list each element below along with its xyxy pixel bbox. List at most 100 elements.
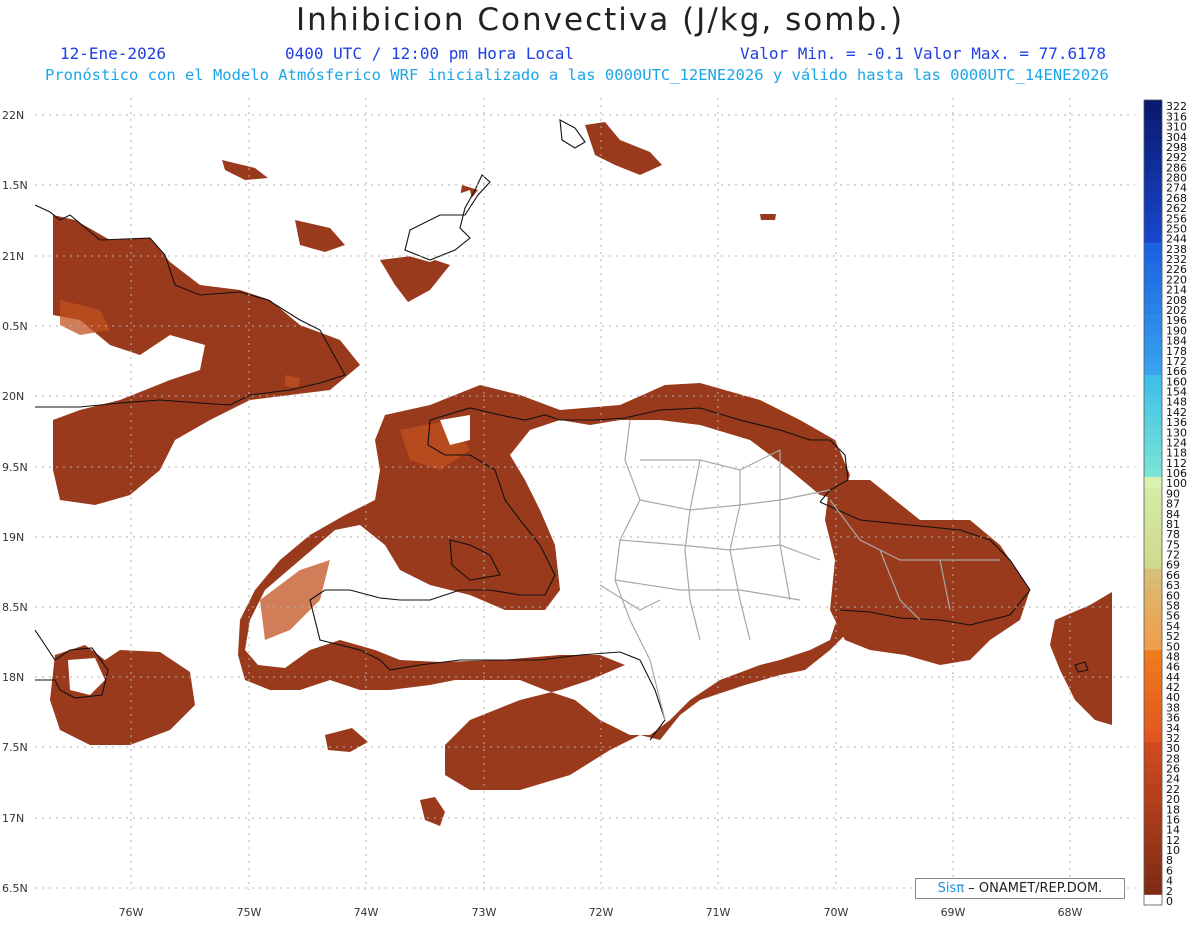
colorbar-swatch <box>1144 161 1162 172</box>
colorbar-swatch <box>1144 680 1162 692</box>
colorbar-swatch <box>1144 813 1162 824</box>
map-frame <box>35 98 1135 890</box>
colorbar-swatch <box>1144 894 1162 906</box>
lat-label: 9.5N <box>2 461 28 474</box>
colorbar-swatch <box>1144 100 1162 111</box>
colorbar-swatch <box>1144 691 1162 702</box>
lat-label: 1.5N <box>2 179 28 192</box>
longitude-labels: 76W 75W 74W 73W 72W 71W 70W 69W 68W <box>119 906 1083 919</box>
colorbar-swatch <box>1144 466 1162 478</box>
lat-label: 17N <box>2 812 24 825</box>
colorbar-swatch <box>1144 762 1162 773</box>
colorbar-swatch <box>1144 558 1162 570</box>
colorbar-swatch <box>1144 578 1162 590</box>
lon-label: 69W <box>941 906 966 919</box>
credit-org: – ONAMET/REP.DOM. <box>968 881 1103 896</box>
colorbar-swatch <box>1144 792 1162 804</box>
colorbar-swatch <box>1144 354 1162 366</box>
colorbar-swatch <box>1144 364 1162 376</box>
colorbar-swatch <box>1144 833 1162 845</box>
colorbar-swatch <box>1144 803 1162 814</box>
lon-label: 71W <box>706 906 731 919</box>
colorbar-swatch <box>1144 395 1162 406</box>
lon-label: 73W <box>472 906 497 919</box>
lat-label: 0.5N <box>2 320 28 333</box>
colorbar-swatch <box>1144 650 1162 661</box>
colorbar-swatch <box>1144 670 1162 682</box>
lon-label: 68W <box>1058 906 1083 919</box>
colorbar-swatch <box>1144 171 1162 182</box>
map-canvas: 22N 1.5N 21N 0.5N 20N 9.5N 19N 8.5N 18N … <box>2 98 1187 919</box>
colorbar-swatch <box>1144 263 1162 274</box>
colorbar-swatch <box>1144 426 1162 437</box>
colorbar-swatch <box>1144 212 1162 223</box>
colorbar-swatch <box>1144 864 1162 875</box>
colorbar-swatch <box>1144 375 1162 386</box>
lat-label: 7.5N <box>2 741 28 754</box>
colorbar-swatch <box>1144 731 1162 743</box>
field-isle-e <box>760 214 776 220</box>
colorbar-swatch <box>1144 752 1162 763</box>
lon-label: 72W <box>589 906 614 919</box>
colorbar-swatch <box>1144 823 1162 834</box>
colorbar-swatch <box>1144 854 1162 865</box>
colorbar-swatch <box>1144 293 1162 305</box>
colorbar-swatch <box>1144 874 1162 885</box>
lat-label: 21N <box>2 250 24 263</box>
colorbar-swatch <box>1144 568 1162 580</box>
colorbar-swatch <box>1144 201 1162 213</box>
colorbar-swatch <box>1144 589 1162 600</box>
colorbar-swatch <box>1144 222 1162 233</box>
colorbar-swatch <box>1144 701 1162 712</box>
colorbar-swatch <box>1144 538 1162 549</box>
lon-label: 75W <box>237 906 262 919</box>
lat-label: 6.5N <box>2 882 28 895</box>
colorbar-swatch <box>1144 497 1162 508</box>
colorbar-swatch <box>1144 782 1162 794</box>
colorbar-label: 0 <box>1166 895 1173 908</box>
lon-label: 76W <box>119 906 144 919</box>
colorbar-swatch <box>1144 884 1162 896</box>
latitude-labels: 22N 1.5N 21N 0.5N 20N 9.5N 19N 8.5N 18N … <box>2 109 28 895</box>
colorbar-swatch <box>1144 640 1162 651</box>
colorbar-swatch <box>1144 619 1162 631</box>
colorbar-swatch <box>1144 721 1162 733</box>
lon-label: 70W <box>824 906 849 919</box>
colorbar-swatch <box>1144 487 1162 498</box>
colorbar-swatch <box>1144 252 1162 264</box>
lat-label: 22N <box>2 109 24 122</box>
colorbar-swatch <box>1144 120 1162 131</box>
colorbar-swatch <box>1144 405 1162 417</box>
colorbar-swatch <box>1144 344 1162 356</box>
colorbar-swatch <box>1144 191 1162 203</box>
colorbar-swatch <box>1144 232 1162 243</box>
colorbar-swatch <box>1144 456 1162 468</box>
credit-box: Sisπ – ONAMET/REP.DOM. <box>915 878 1125 899</box>
colorbar-swatch <box>1144 415 1162 427</box>
lat-label: 8.5N <box>2 601 28 614</box>
colorbar-swatch <box>1144 741 1162 753</box>
colorbar: 3223163103042982922862802742682622562502… <box>1143 99 1187 908</box>
colorbar-swatch <box>1144 334 1162 345</box>
colorbar-swatch <box>1144 507 1162 519</box>
colorbar-swatch <box>1144 436 1162 447</box>
colorbar-swatch <box>1144 273 1162 284</box>
lat-label: 20N <box>2 390 24 403</box>
colorbar-swatch <box>1144 313 1162 325</box>
colorbar-swatch <box>1144 629 1162 641</box>
colorbar-swatch <box>1144 385 1162 396</box>
lat-label: 19N <box>2 531 24 544</box>
colorbar-swatch <box>1144 609 1162 620</box>
colorbar-swatch <box>1144 548 1162 559</box>
lon-label: 74W <box>354 906 379 919</box>
colorbar-swatch <box>1144 711 1162 722</box>
colorbar-swatch <box>1144 242 1162 254</box>
colorbar-swatch <box>1144 283 1162 294</box>
colorbar-swatch <box>1144 324 1162 335</box>
colorbar-swatch <box>1144 446 1162 457</box>
colorbar-swatch <box>1144 660 1162 671</box>
colorbar-swatch <box>1144 181 1162 193</box>
credit-pi: π <box>956 881 965 896</box>
colorbar-swatch <box>1144 130 1162 142</box>
lat-label: 18N <box>2 671 24 684</box>
